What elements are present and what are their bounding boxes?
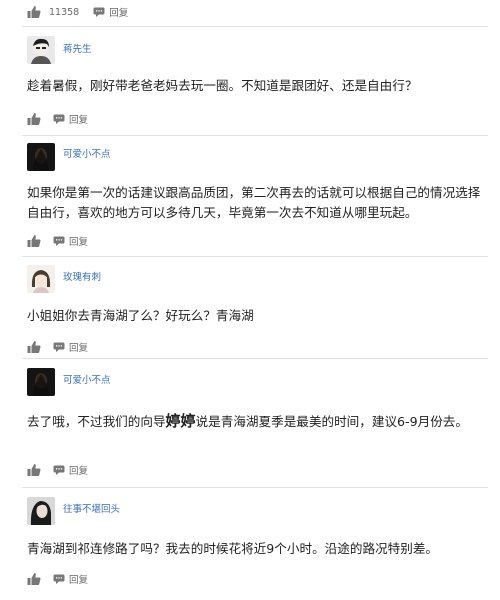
- comment-icon: [53, 574, 65, 584]
- reply-button[interactable]: 回复: [93, 5, 128, 19]
- reply-label: 回复: [69, 343, 89, 354]
- divider: [22, 256, 488, 257]
- like-count: 11358: [49, 6, 80, 18]
- divider: [22, 26, 488, 27]
- comment-icon: [53, 236, 65, 246]
- avatar[interactable]: [27, 265, 55, 293]
- comment-icon: [53, 114, 65, 124]
- reply-button[interactable]: 回复: [53, 463, 88, 477]
- top-action-row: 11358 回复: [27, 3, 128, 21]
- reply-button[interactable]: 回复: [53, 234, 88, 248]
- reply-label: 回复: [69, 237, 89, 248]
- avatar[interactable]: [27, 368, 55, 396]
- comment-thread: 11358 回复 蒋先生 趁着暑假，刚好带老爸老妈去玩一圈。不知道是跟团好、还是…: [0, 0, 500, 600]
- thumbs-up-icon[interactable]: [27, 340, 41, 354]
- comment-icon: [53, 465, 65, 475]
- comment-actions: 回复: [27, 232, 88, 250]
- username[interactable]: 往事不堪回头: [63, 501, 120, 515]
- comment-actions: 回复: [27, 570, 88, 588]
- username[interactable]: 玫瑰有刺: [63, 269, 101, 283]
- avatar[interactable]: [27, 36, 55, 64]
- reply-label: 回复: [69, 115, 89, 126]
- comment-icon: [53, 342, 65, 352]
- comment-text-part: 去了哦，不过我们的向导: [27, 414, 166, 429]
- guide-name: 婷婷: [165, 412, 196, 430]
- divider: [22, 135, 488, 136]
- comment-text: 青海湖到祁连修路了吗？我去的时候花将近9个小时。沿途的路况特别差。: [27, 541, 439, 556]
- reply-button[interactable]: 回复: [53, 112, 88, 126]
- thumbs-up-icon[interactable]: [27, 572, 41, 586]
- username[interactable]: 可爱小不点: [63, 146, 111, 160]
- comment-actions: 回复: [27, 338, 88, 356]
- reply-button[interactable]: 回复: [53, 340, 88, 354]
- username[interactable]: 蒋先生: [63, 41, 92, 55]
- comment-text: 小姐姐你去青海湖了么？好玩么？青海湖: [27, 308, 254, 323]
- thumbs-up-icon[interactable]: [27, 463, 41, 477]
- reply-label: 回复: [109, 8, 129, 19]
- comment-icon: [93, 7, 105, 17]
- divider: [22, 487, 488, 488]
- comment-actions: 回复: [27, 110, 88, 128]
- thumbs-up-icon[interactable]: [27, 112, 41, 126]
- comment-actions: 回复: [27, 461, 88, 479]
- comment-text: 趁着暑假，刚好带老爸老妈去玩一圈。不知道是跟团好、还是自由行？: [27, 78, 418, 93]
- divider: [22, 358, 488, 359]
- comment-text-part: 说是青海湖夏季是最美的时间，建议6-9月份去。: [195, 414, 468, 429]
- reply-label: 回复: [69, 575, 89, 586]
- avatar[interactable]: [27, 143, 55, 171]
- username[interactable]: 可爱小不点: [63, 372, 111, 386]
- reply-button[interactable]: 回复: [53, 572, 88, 586]
- comment-text: 如果你是第一次的话建议跟高品质团，第二次再去的话就可以根据自己的情况选择自由行，…: [27, 185, 481, 220]
- comment-text: 去了哦，不过我们的向导婷婷说是青海湖夏季是最美的时间，建议6-9月份去。: [27, 411, 482, 432]
- reply-label: 回复: [69, 466, 89, 477]
- thumbs-up-icon[interactable]: [27, 5, 41, 19]
- avatar[interactable]: [27, 497, 55, 525]
- thumbs-up-icon[interactable]: [27, 234, 41, 248]
